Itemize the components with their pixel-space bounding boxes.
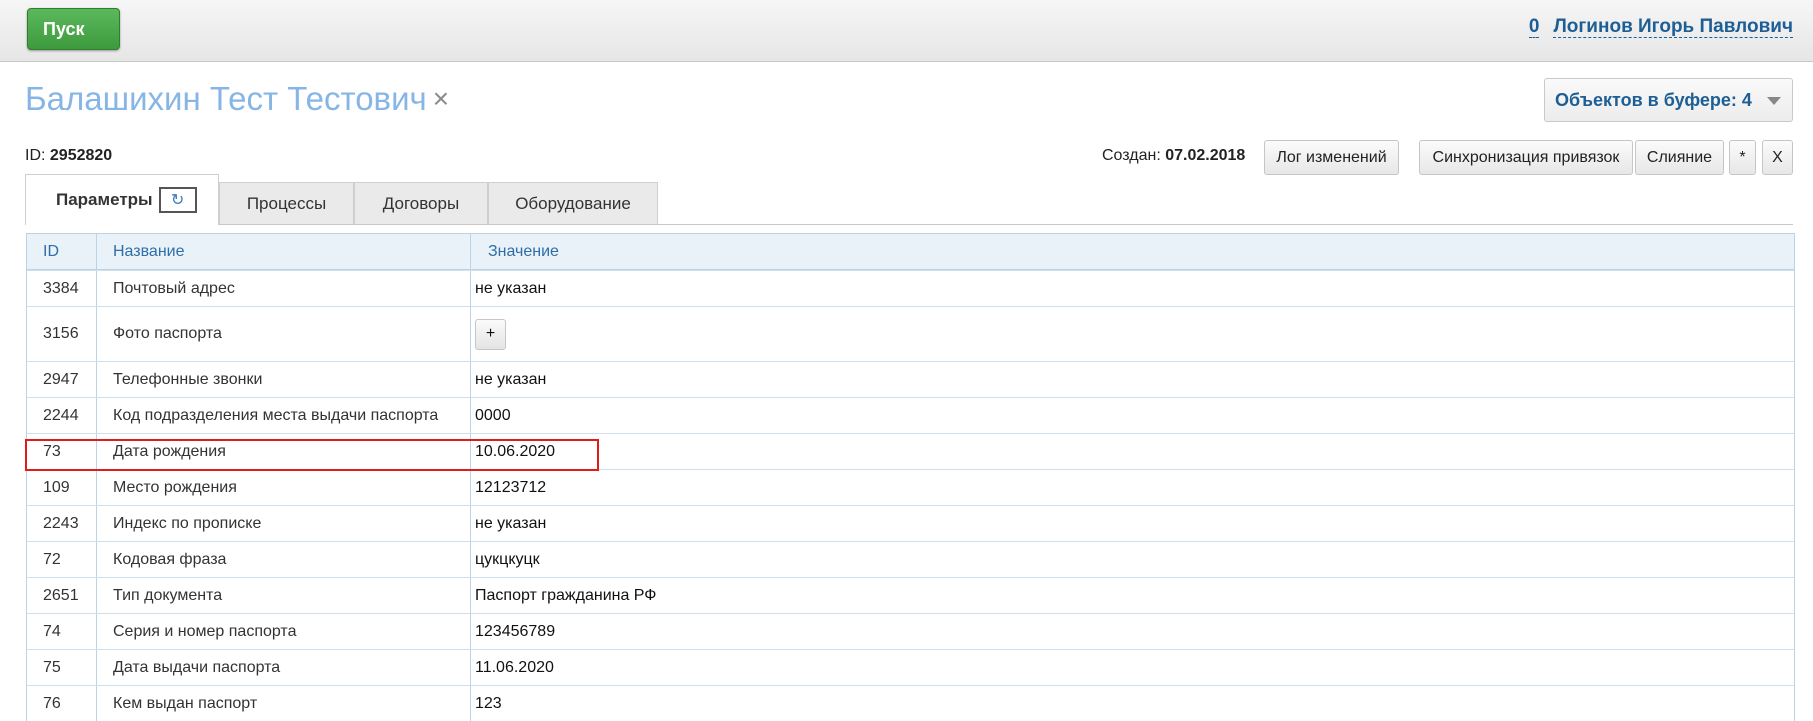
table-row: 3384 Почтовый адрес не указан xyxy=(27,270,1794,306)
row-id: 109 xyxy=(27,470,97,505)
row-id: 76 xyxy=(27,686,97,721)
tab-processes[interactable]: Процессы xyxy=(219,182,354,224)
row-name: Фото паспорта xyxy=(97,307,471,361)
row-name: Кем выдан паспорт xyxy=(97,686,471,721)
buffer-select-label: Объектов в буфере: 4 xyxy=(1555,89,1752,110)
table-row: 75 Дата выдачи паспорта 11.06.2020 xyxy=(27,649,1794,685)
star-button[interactable]: * xyxy=(1729,140,1756,175)
row-name: Кодовая фраза xyxy=(97,542,471,577)
refresh-icon[interactable]: ↻ xyxy=(158,187,197,213)
notification-counter[interactable]: 0 xyxy=(1528,17,1540,38)
row-value[interactable]: 123456789 xyxy=(471,614,1794,649)
created-label: Создан: xyxy=(1102,147,1161,164)
created-date: Создан: 07.02.2018 xyxy=(1102,147,1245,165)
table-row: 2244 Код подразделения места выдачи пасп… xyxy=(27,397,1794,433)
table-header: ID Название Значение xyxy=(27,234,1794,270)
change-log-button[interactable]: Лог изменений xyxy=(1264,140,1399,175)
row-value[interactable]: 10.06.2020 xyxy=(471,434,1794,469)
top-bar: Пуск 0 Логинов Игорь Павлович xyxy=(0,0,1813,62)
buffer-select[interactable]: Объектов в буфере: 4 xyxy=(1544,78,1793,122)
page-title-text: Балашихин Тест Тестович xyxy=(25,80,427,117)
table-row: 2651 Тип документа Паспорт гражданина РФ xyxy=(27,577,1794,613)
sync-bindings-button[interactable]: Синхронизация привязок xyxy=(1419,140,1633,175)
table-row: 2243 Индекс по прописке не указан xyxy=(27,505,1794,541)
add-photo-button[interactable]: + xyxy=(475,318,506,350)
page-title: Балашихин Тест Тестович × xyxy=(25,80,449,118)
row-name: Дата выдачи паспорта xyxy=(97,650,471,685)
record-id: ID: 2952820 xyxy=(25,147,112,165)
tab-contracts[interactable]: Договоры xyxy=(354,182,488,224)
row-id: 72 xyxy=(27,542,97,577)
start-button[interactable]: Пуск xyxy=(27,8,120,50)
row-id: 75 xyxy=(27,650,97,685)
user-area: 0 Логинов Игорь Павлович xyxy=(1528,17,1793,38)
row-id: 2244 xyxy=(27,398,97,433)
column-header-name[interactable]: Название xyxy=(97,234,471,269)
row-name: Почтовый адрес xyxy=(97,271,471,306)
table-row: 76 Кем выдан паспорт 123 xyxy=(27,685,1794,721)
row-id: 74 xyxy=(27,614,97,649)
merge-button[interactable]: Слияние xyxy=(1635,140,1724,175)
table-row: 3156 Фото паспорта + xyxy=(27,306,1794,361)
row-name: Место рождения xyxy=(97,470,471,505)
row-value[interactable]: 11.06.2020 xyxy=(471,650,1794,685)
row-value[interactable]: 123 xyxy=(471,686,1794,721)
column-header-id[interactable]: ID xyxy=(27,234,97,269)
row-value[interactable]: не указан xyxy=(471,271,1794,306)
user-name-link[interactable]: Логинов Игорь Павлович xyxy=(1553,17,1793,38)
record-id-value: 2952820 xyxy=(49,147,113,164)
row-name: Тип документа xyxy=(97,578,471,613)
row-id: 3384 xyxy=(27,271,97,306)
row-name: Индекс по прописке xyxy=(97,506,471,541)
row-value[interactable]: 12123712 xyxy=(471,470,1794,505)
tab-equipment[interactable]: Оборудование xyxy=(488,182,658,224)
row-id: 2243 xyxy=(27,506,97,541)
row-id: 73 xyxy=(27,434,97,469)
close-record-button[interactable]: X xyxy=(1762,140,1793,175)
table-row: 74 Серия и номер паспорта 123456789 xyxy=(27,613,1794,649)
row-id: 2651 xyxy=(27,578,97,613)
row-name: Серия и номер паспорта xyxy=(97,614,471,649)
created-value: 07.02.2018 xyxy=(1165,147,1246,164)
row-id: 2947 xyxy=(27,362,97,397)
row-value[interactable]: цукцкуцк xyxy=(471,542,1794,577)
row-name: Телефонные звонки xyxy=(97,362,471,397)
row-value[interactable]: 0000 xyxy=(471,398,1794,433)
table-row: 109 Место рождения 12123712 xyxy=(27,469,1794,505)
tabs-bar: Параметры ↻ Процессы Договоры Оборудован… xyxy=(25,174,1793,225)
row-value[interactable]: не указан xyxy=(471,506,1794,541)
row-value: + xyxy=(471,307,1794,361)
parameters-table: ID Название Значение 3384 Почтовый адрес… xyxy=(26,233,1795,721)
table-row: 73 Дата рождения 10.06.2020 xyxy=(27,433,1794,469)
row-value[interactable]: Паспорт гражданина РФ xyxy=(471,578,1794,613)
row-value[interactable]: не указан xyxy=(471,362,1794,397)
chevron-down-icon xyxy=(1767,97,1781,105)
column-header-value[interactable]: Значение xyxy=(471,234,1794,269)
tab-parameters-label: Параметры xyxy=(56,190,153,209)
row-name: Дата рождения xyxy=(97,434,471,469)
table-row: 72 Кодовая фраза цукцкуцк xyxy=(27,541,1794,577)
close-icon[interactable]: × xyxy=(433,83,449,115)
row-id: 3156 xyxy=(27,307,97,361)
row-name: Код подразделения места выдачи паспорта xyxy=(97,398,471,433)
tab-parameters[interactable]: Параметры ↻ xyxy=(25,174,219,225)
table-row: 2947 Телефонные звонки не указан xyxy=(27,361,1794,397)
record-id-label: ID: xyxy=(25,147,46,164)
